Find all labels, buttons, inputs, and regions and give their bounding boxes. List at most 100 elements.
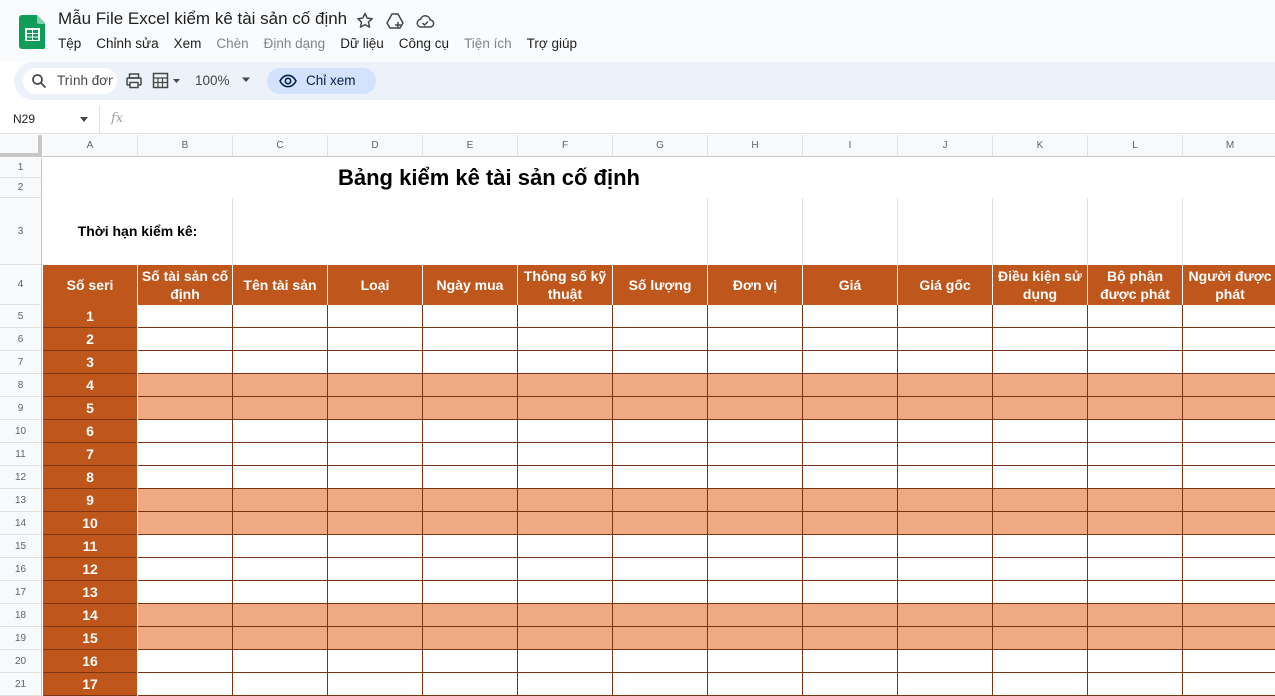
paint-format-icon[interactable] bbox=[152, 72, 184, 90]
serial-number-cell[interactable]: 4 bbox=[43, 374, 137, 397]
name-box[interactable]: N29 bbox=[0, 106, 100, 133]
table-cell[interactable] bbox=[518, 604, 613, 627]
table-cell[interactable] bbox=[613, 374, 708, 397]
serial-number-cell[interactable]: 13 bbox=[43, 581, 137, 604]
header-cell-f[interactable]: Thông số kỹ thuật bbox=[518, 265, 613, 305]
table-cell[interactable] bbox=[1183, 604, 1275, 627]
serial-number-cell[interactable]: 6 bbox=[43, 420, 137, 443]
column-header-c[interactable]: C bbox=[233, 135, 328, 157]
table-cell[interactable] bbox=[328, 420, 423, 443]
table-cell[interactable] bbox=[423, 650, 518, 673]
table-cell[interactable] bbox=[138, 535, 233, 558]
view-only-button[interactable]: Chỉ xem bbox=[267, 68, 376, 94]
table-cell[interactable] bbox=[518, 489, 613, 512]
row-header-14[interactable]: 14 bbox=[0, 512, 42, 535]
table-cell[interactable] bbox=[518, 558, 613, 581]
table-cell[interactable] bbox=[423, 673, 518, 696]
table-cell[interactable] bbox=[803, 581, 898, 604]
table-cell[interactable] bbox=[1088, 581, 1183, 604]
table-cell[interactable] bbox=[993, 351, 1088, 374]
column-header-i[interactable]: I bbox=[803, 135, 898, 157]
header-cell-c[interactable]: Tên tài sản bbox=[233, 265, 328, 305]
table-cell[interactable] bbox=[423, 420, 518, 443]
table-cell[interactable] bbox=[1183, 351, 1275, 374]
table-cell[interactable] bbox=[898, 512, 993, 535]
row-header-19[interactable]: 19 bbox=[0, 627, 42, 650]
serial-number-cell[interactable]: 2 bbox=[43, 328, 137, 351]
table-cell[interactable] bbox=[138, 397, 233, 420]
table-cell[interactable] bbox=[1183, 466, 1275, 489]
column-header-e[interactable]: E bbox=[423, 135, 518, 157]
header-cell-e[interactable]: Ngày mua bbox=[423, 265, 518, 305]
table-cell[interactable] bbox=[1183, 558, 1275, 581]
table-cell[interactable] bbox=[993, 420, 1088, 443]
document-title[interactable]: Mẫu File Excel kiểm kê tài sản cố định bbox=[58, 9, 347, 29]
table-cell[interactable] bbox=[518, 512, 613, 535]
table-cell[interactable] bbox=[1183, 305, 1275, 328]
header-cell-l[interactable]: Bộ phận được phát bbox=[1088, 265, 1183, 305]
table-cell[interactable] bbox=[138, 673, 233, 696]
table-cell[interactable] bbox=[803, 374, 898, 397]
column-header-g[interactable]: G bbox=[613, 135, 708, 157]
table-cell[interactable] bbox=[1183, 328, 1275, 351]
table-cell[interactable] bbox=[233, 305, 328, 328]
row-header-1[interactable]: 1 bbox=[0, 158, 42, 178]
table-cell[interactable] bbox=[898, 328, 993, 351]
table-cell[interactable] bbox=[1088, 673, 1183, 696]
header-cell-h[interactable]: Đơn vị bbox=[708, 265, 803, 305]
table-cell[interactable] bbox=[518, 535, 613, 558]
zoom-select[interactable]: 100% bbox=[195, 73, 230, 88]
table-cell[interactable] bbox=[708, 673, 803, 696]
menu-search-input[interactable]: Trình đơn bbox=[23, 68, 117, 94]
menu-view[interactable]: Xem bbox=[174, 36, 202, 51]
table-cell[interactable] bbox=[328, 489, 423, 512]
table-cell[interactable] bbox=[803, 420, 898, 443]
header-cell-a[interactable]: Số seri bbox=[43, 265, 138, 305]
table-cell[interactable] bbox=[993, 627, 1088, 650]
table-cell[interactable] bbox=[708, 443, 803, 466]
table-cell[interactable] bbox=[613, 443, 708, 466]
table-cell[interactable] bbox=[898, 604, 993, 627]
table-cell[interactable] bbox=[518, 351, 613, 374]
table-cell[interactable] bbox=[993, 466, 1088, 489]
table-cell[interactable] bbox=[138, 558, 233, 581]
table-cell[interactable] bbox=[423, 604, 518, 627]
table-cell[interactable] bbox=[898, 374, 993, 397]
table-cell[interactable] bbox=[898, 489, 993, 512]
table-cell[interactable] bbox=[708, 627, 803, 650]
table-cell[interactable] bbox=[233, 351, 328, 374]
table-cell[interactable] bbox=[993, 374, 1088, 397]
sheets-logo-icon[interactable] bbox=[19, 15, 45, 49]
table-cell[interactable] bbox=[1088, 374, 1183, 397]
table-cell[interactable] bbox=[138, 466, 233, 489]
serial-number-cell[interactable]: 10 bbox=[43, 512, 137, 535]
serial-number-cell[interactable]: 14 bbox=[43, 604, 137, 627]
move-to-drive-icon[interactable] bbox=[385, 11, 405, 31]
table-cell[interactable] bbox=[898, 351, 993, 374]
table-cell[interactable] bbox=[1183, 374, 1275, 397]
table-cell[interactable] bbox=[423, 535, 518, 558]
table-cell[interactable] bbox=[1183, 489, 1275, 512]
row-header-2[interactable]: 2 bbox=[0, 178, 42, 198]
table-cell[interactable] bbox=[233, 397, 328, 420]
table-cell[interactable] bbox=[803, 443, 898, 466]
table-cell[interactable] bbox=[233, 328, 328, 351]
table-cell[interactable] bbox=[708, 305, 803, 328]
table-cell[interactable] bbox=[233, 374, 328, 397]
row-header-4[interactable]: 4 bbox=[0, 265, 42, 305]
table-cell[interactable] bbox=[138, 351, 233, 374]
inventory-period-label[interactable]: Thời hạn kiểm kê: bbox=[43, 198, 232, 265]
table-cell[interactable] bbox=[613, 489, 708, 512]
table-cell[interactable] bbox=[613, 397, 708, 420]
table-cell[interactable] bbox=[1088, 604, 1183, 627]
select-all-corner[interactable] bbox=[0, 135, 42, 157]
serial-number-cell[interactable]: 17 bbox=[43, 673, 137, 696]
table-cell[interactable] bbox=[423, 627, 518, 650]
table-cell[interactable] bbox=[138, 420, 233, 443]
serial-number-cell[interactable]: 5 bbox=[43, 397, 137, 420]
chevron-down-icon[interactable] bbox=[241, 77, 251, 83]
table-cell[interactable] bbox=[898, 397, 993, 420]
table-cell[interactable] bbox=[1183, 512, 1275, 535]
table-cell[interactable] bbox=[233, 443, 328, 466]
table-cell[interactable] bbox=[898, 443, 993, 466]
